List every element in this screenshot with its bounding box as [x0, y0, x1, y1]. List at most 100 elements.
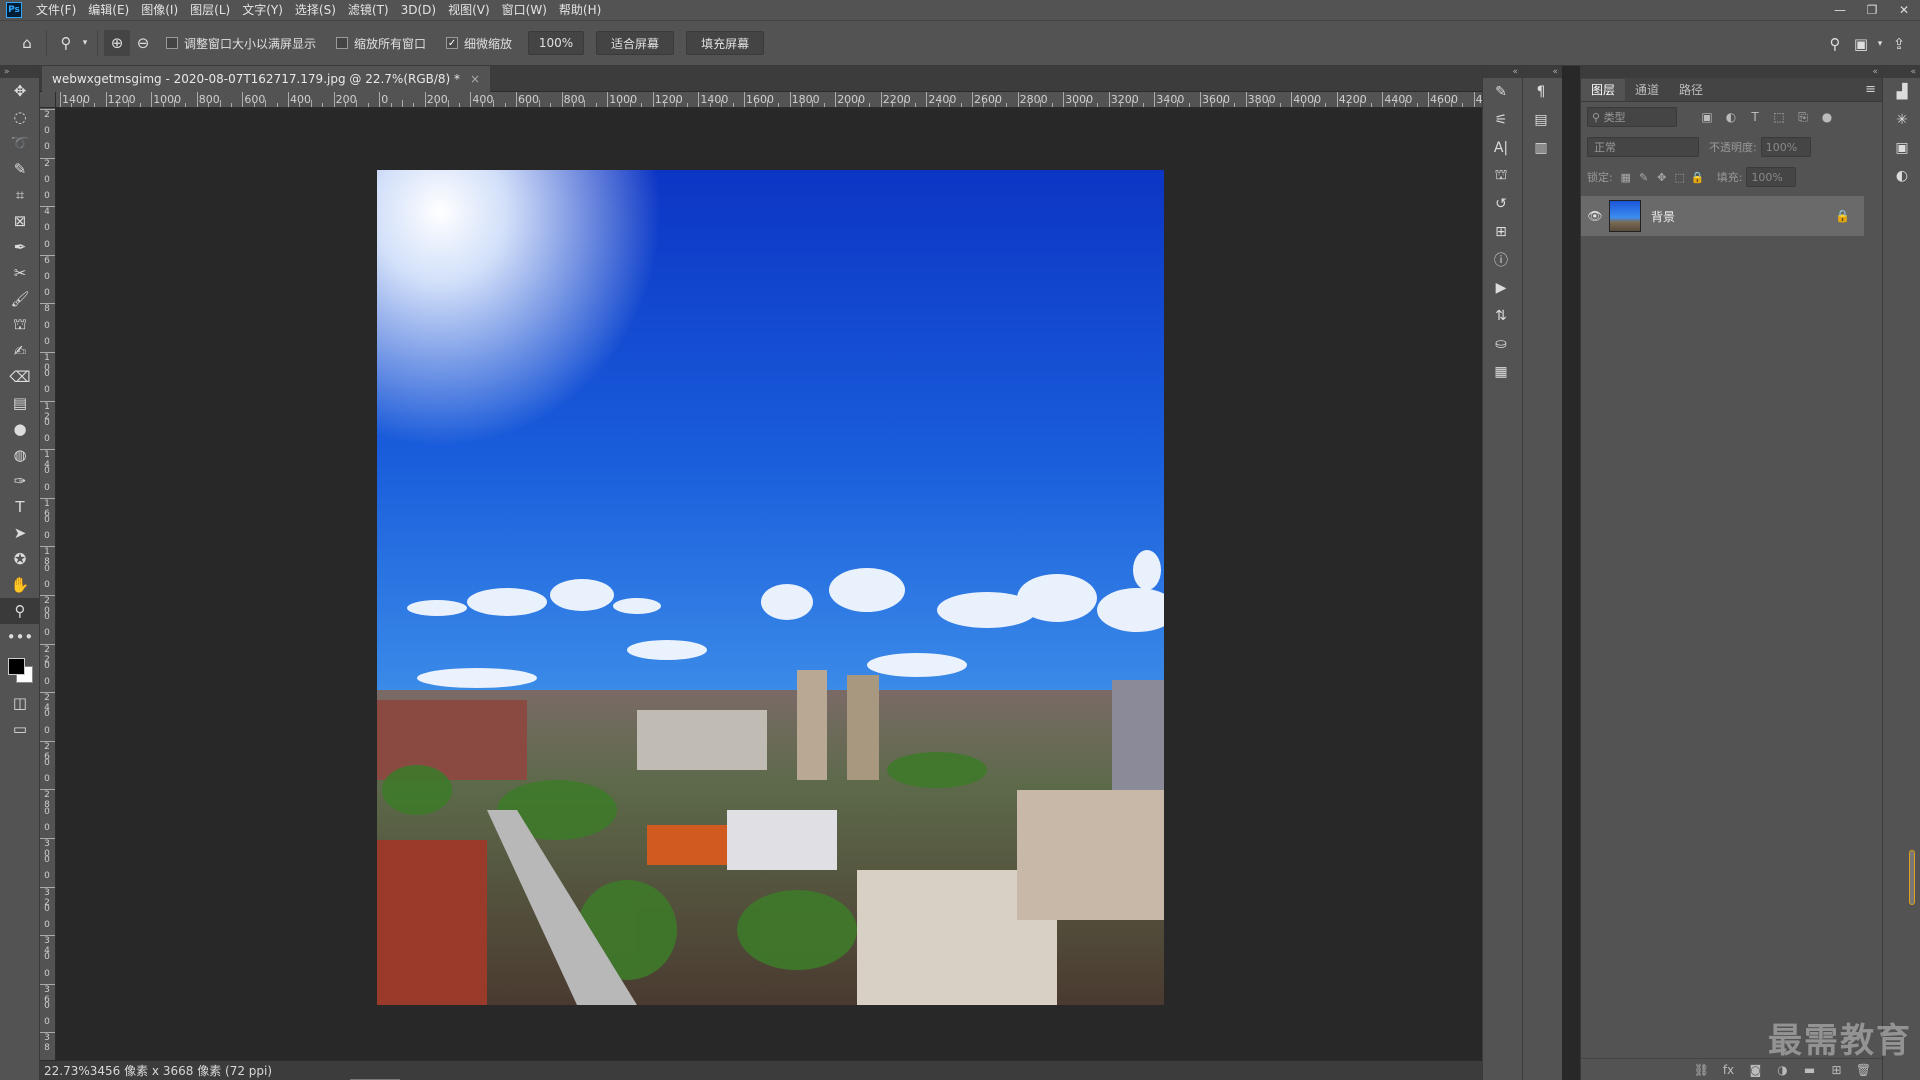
layer-kind-filter[interactable]: ⚲ 类型: [1587, 107, 1677, 127]
zoom-in-icon[interactable]: ⊕: [104, 30, 130, 56]
search-icon[interactable]: ⚲: [1822, 31, 1848, 57]
adjustment-filter-icon[interactable]: ◐: [1721, 110, 1741, 124]
gradient-tool-icon[interactable]: ▤: [0, 390, 40, 416]
scrubby-zoom-checkbox[interactable]: ✓ 细微缩放: [446, 35, 512, 52]
clone-source-icon[interactable]: ⛫: [1483, 162, 1519, 190]
fill-input[interactable]: 100%: [1746, 167, 1797, 187]
lock-icon[interactable]: 🔒: [1835, 209, 1850, 223]
3d-icon[interactable]: ⛀: [1483, 330, 1519, 358]
layer-style-icon[interactable]: fx: [1715, 1063, 1742, 1077]
menu-help[interactable]: 帮助(H): [553, 0, 607, 20]
tab-channels[interactable]: 通道: [1625, 79, 1669, 101]
move-tool-icon[interactable]: ✥: [0, 78, 40, 104]
ruler-origin[interactable]: [40, 92, 56, 108]
tab-paths[interactable]: 路径: [1669, 79, 1713, 101]
type-filter-icon[interactable]: T: [1745, 110, 1765, 124]
home-icon[interactable]: ⌂: [14, 30, 40, 56]
foreground-color-swatch[interactable]: [8, 658, 25, 675]
chevron-down-icon[interactable]: ▾: [1874, 31, 1886, 57]
lasso-tool-icon[interactable]: ➰: [0, 130, 40, 156]
screen-mode-icon[interactable]: ▭: [0, 716, 40, 742]
clone-stamp-tool-icon[interactable]: ⛫: [0, 312, 40, 338]
tab-layers[interactable]: 图层: [1581, 79, 1626, 101]
lock-pixels-icon[interactable]: ✎: [1635, 171, 1653, 184]
adjustment-layer-icon[interactable]: ◑: [1769, 1063, 1796, 1077]
lock-artboard-icon[interactable]: ⬚: [1671, 171, 1689, 184]
opacity-input[interactable]: 100%: [1760, 137, 1811, 157]
resize-windows-checkbox[interactable]: 调整窗口大小以满屏显示: [166, 35, 316, 52]
histogram-icon[interactable]: ▟: [1883, 78, 1920, 106]
brush-tool-icon[interactable]: 🖌: [0, 286, 40, 312]
menu-edit[interactable]: 编辑(E): [82, 0, 135, 20]
frame-tool-icon[interactable]: ⊠: [0, 208, 40, 234]
navigator-icon[interactable]: ⊞: [1483, 218, 1519, 246]
panel-menu-icon[interactable]: ≡: [1865, 82, 1876, 97]
fit-screen-button[interactable]: 适合屏幕: [596, 31, 675, 55]
type-tool-icon[interactable]: T: [0, 494, 40, 520]
minimize-icon[interactable]: —: [1824, 0, 1856, 20]
new-layer-icon[interactable]: ⊞: [1823, 1063, 1850, 1077]
zoom-100-button[interactable]: 100%: [528, 31, 585, 55]
add-mask-icon[interactable]: ◙: [1742, 1063, 1769, 1077]
hand-tool-icon[interactable]: ✋: [0, 572, 40, 598]
brush-settings-icon[interactable]: ✎: [1483, 78, 1519, 106]
workspace-icon[interactable]: ▣: [1848, 31, 1874, 57]
menu-select[interactable]: 选择(S): [289, 0, 342, 20]
menu-file[interactable]: 文件(F): [30, 0, 82, 20]
path-selection-tool-icon[interactable]: ➤: [0, 520, 40, 546]
glyphs-icon[interactable]: ⇅: [1483, 302, 1519, 330]
collapse-icon[interactable]: «: [1523, 66, 1562, 78]
quick-mask-icon[interactable]: ◫: [0, 690, 40, 716]
horizontal-ruler[interactable]: 1400 1200 1000 800 600 400 200 0 200 400 600 800 100…: [56, 92, 1482, 108]
shape-tool-icon[interactable]: ✪: [0, 546, 40, 572]
canvas-area[interactable]: [56, 108, 1482, 1060]
delete-layer-icon[interactable]: 🗑: [1850, 1063, 1877, 1077]
blend-mode-select[interactable]: 正常: [1587, 137, 1699, 157]
collapse-icon[interactable]: «: [1581, 66, 1882, 78]
document-tab[interactable]: webwxgetmsgimg - 2020-08-07T162717.179.j…: [42, 66, 491, 92]
lock-transparent-icon[interactable]: ▦: [1617, 171, 1635, 184]
info-icon[interactable]: ⓘ: [1483, 246, 1519, 274]
crop-tool-icon[interactable]: ⌗: [0, 182, 40, 208]
expand-icon[interactable]: »: [0, 66, 39, 78]
close-icon[interactable]: ✕: [1888, 0, 1920, 20]
zoom-tool-preset-icon[interactable]: ⚲: [53, 30, 79, 56]
lock-all-icon[interactable]: 🔒: [1689, 171, 1707, 184]
table-icon[interactable]: ▦: [1483, 358, 1519, 386]
paragraph-icon[interactable]: ¶: [1523, 78, 1559, 106]
history-brush-tool-icon[interactable]: ✍: [0, 338, 40, 364]
layer-item-background[interactable]: 👁 背景 🔒: [1581, 196, 1864, 236]
link-layers-icon[interactable]: ⛓: [1688, 1063, 1715, 1077]
color-icon[interactable]: ✳: [1883, 106, 1920, 134]
menu-window[interactable]: 窗口(W): [496, 0, 553, 20]
menu-view[interactable]: 视图(V): [442, 0, 496, 20]
zoom-tool-icon[interactable]: ⚲: [0, 598, 40, 624]
eyedropper-tool-icon[interactable]: ✒: [0, 234, 40, 260]
shape-filter-icon[interactable]: ⬚: [1769, 110, 1789, 124]
share-icon[interactable]: ⇪: [1886, 31, 1912, 57]
blur-tool-icon[interactable]: ●: [0, 416, 40, 442]
actions-play-icon[interactable]: ▶: [1483, 274, 1519, 302]
zoom-all-windows-checkbox[interactable]: 缩放所有窗口: [336, 35, 426, 52]
new-group-icon[interactable]: ▬: [1796, 1063, 1823, 1077]
quick-selection-tool-icon[interactable]: ✎: [0, 156, 40, 182]
pixel-filter-icon[interactable]: ▣: [1697, 110, 1717, 124]
eraser-tool-icon[interactable]: ⌫: [0, 364, 40, 390]
menu-image[interactable]: 图像(I): [135, 0, 184, 20]
adjustments-icon[interactable]: ⚟: [1483, 106, 1519, 134]
smart-object-filter-icon[interactable]: ⎘: [1793, 110, 1813, 125]
restore-icon[interactable]: ❐: [1856, 0, 1888, 20]
notes-icon[interactable]: ▥: [1523, 134, 1559, 162]
fill-screen-button[interactable]: 填充屏幕: [686, 31, 765, 55]
vertical-ruler[interactable]: 2 0 0 2 0 0 4 0 0 6 0 0 8 0 0 10 0 0 12 0 0 14 0 0 16 0 0 18 0 0 20 0 0 2…: [40, 108, 56, 1060]
color-swatches[interactable]: [0, 650, 40, 690]
libraries-icon[interactable]: ▣: [1883, 134, 1920, 162]
healing-brush-tool-icon[interactable]: ✂: [0, 260, 40, 286]
menu-layer[interactable]: 图层(L): [184, 0, 236, 20]
history-icon[interactable]: ↺: [1483, 190, 1519, 218]
pen-tool-icon[interactable]: ✑: [0, 468, 40, 494]
vertical-scrollbar[interactable]: [1909, 850, 1915, 905]
chevron-down-icon[interactable]: ▾: [79, 30, 91, 56]
properties-icon[interactable]: ▤: [1523, 106, 1559, 134]
menu-3d[interactable]: 3D(D): [395, 0, 442, 20]
